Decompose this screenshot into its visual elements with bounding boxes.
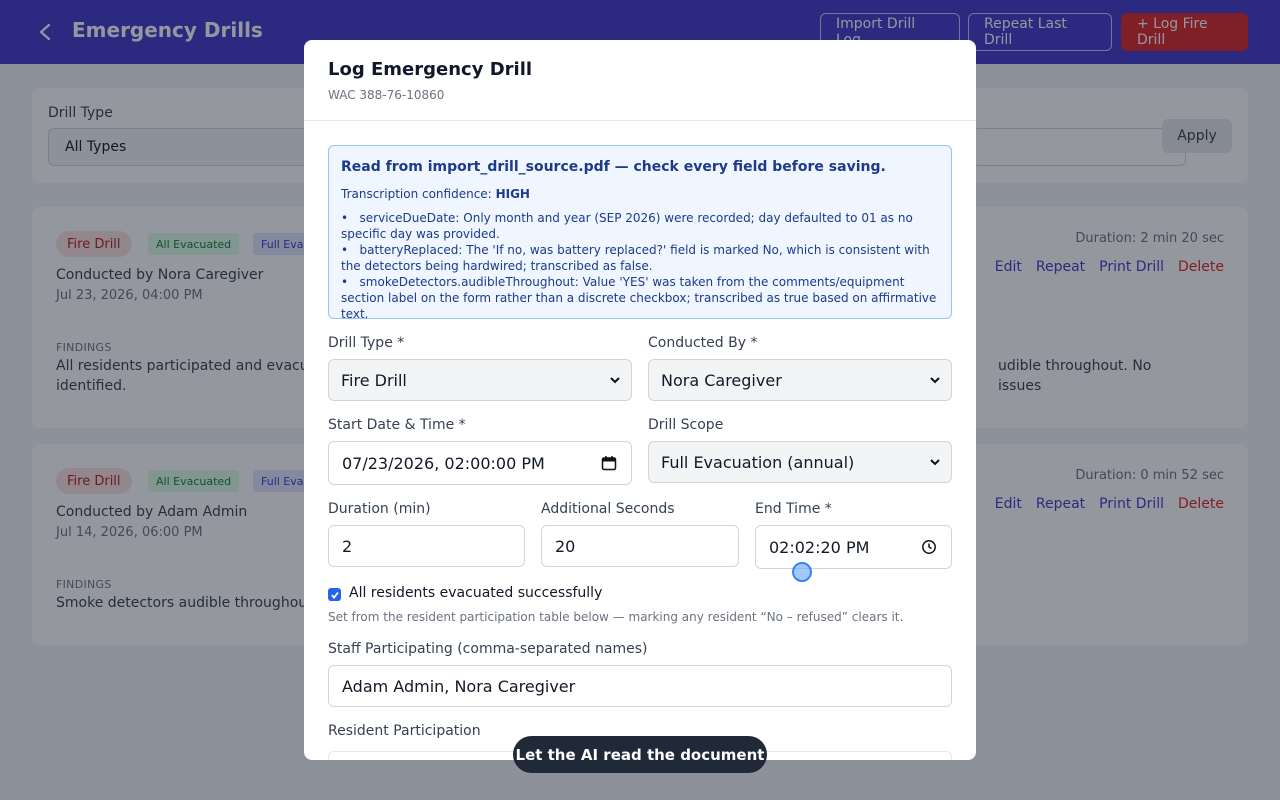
all-evacuated-hint: Set from the resident participation tabl…	[328, 610, 904, 624]
notice-headline: Read from import_drill_source.pdf — chec…	[341, 159, 886, 175]
pointer-cursor	[792, 562, 812, 582]
notice-list: • serviceDueDate: Only month and year (S…	[341, 210, 941, 322]
clock-icon[interactable]	[921, 539, 937, 555]
ai-read-document-button[interactable]: Let the AI read the document	[513, 736, 767, 773]
all-evacuated-checkbox[interactable]	[328, 588, 341, 601]
additional-seconds-input[interactable]: 20	[541, 525, 739, 567]
confidence-line: Transcription confidence: HIGH	[341, 187, 530, 201]
duration-input[interactable]: 2	[328, 525, 525, 567]
modal-subtitle: WAC 388-76-10860	[328, 88, 445, 102]
notice-item: • smokeDetectors.audibleThroughout: Valu…	[341, 275, 937, 321]
staff-participating-input[interactable]: Adam Admin, Nora Caregiver	[328, 665, 952, 707]
end-time-input[interactable]: 02:02:20 PM	[755, 525, 952, 569]
drill-type-select[interactable]: Fire Drill	[328, 359, 632, 401]
start-datetime-input[interactable]: 07/23/2026, 02:00:00 PM	[328, 441, 632, 485]
conducted-by-select[interactable]: Nora Caregiver	[648, 359, 952, 401]
chevron-down-icon	[930, 459, 940, 466]
chevron-down-icon	[930, 377, 940, 384]
modal-header: Log Emergency Drill WAC 388-76-10860	[304, 40, 976, 121]
drill-scope-label: Drill Scope	[648, 417, 724, 433]
resident-participation-label: Resident Participation	[328, 723, 481, 739]
drill-type-label: Drill Type *	[328, 335, 405, 351]
staff-participating-label: Staff Participating (comma-separated nam…	[328, 641, 648, 657]
conducted-by-label: Conducted By *	[648, 335, 758, 351]
confidence-label: Transcription confidence:	[341, 187, 492, 201]
additional-seconds-label: Additional Seconds	[541, 501, 675, 517]
ai-import-notice: Read from import_drill_source.pdf — chec…	[328, 145, 952, 322]
duration-label: Duration (min)	[328, 501, 431, 517]
start-datetime-label: Start Date & Time *	[328, 417, 466, 433]
drill-scope-select[interactable]: Full Evacuation (annual)	[648, 441, 952, 483]
notice-item: • serviceDueDate: Only month and year (S…	[341, 211, 913, 241]
end-time-label: End Time *	[755, 501, 832, 517]
all-evacuated-label[interactable]: All residents evacuated successfully	[349, 585, 602, 601]
calendar-icon[interactable]	[601, 455, 617, 471]
log-drill-modal: Log Emergency Drill WAC 388-76-10860 Rea…	[304, 40, 976, 760]
notice-item: • batteryReplaced: The 'If no, was batte…	[341, 243, 930, 273]
chevron-down-icon	[610, 377, 620, 384]
confidence-value: HIGH	[495, 187, 530, 201]
modal-title: Log Emergency Drill	[328, 59, 533, 80]
